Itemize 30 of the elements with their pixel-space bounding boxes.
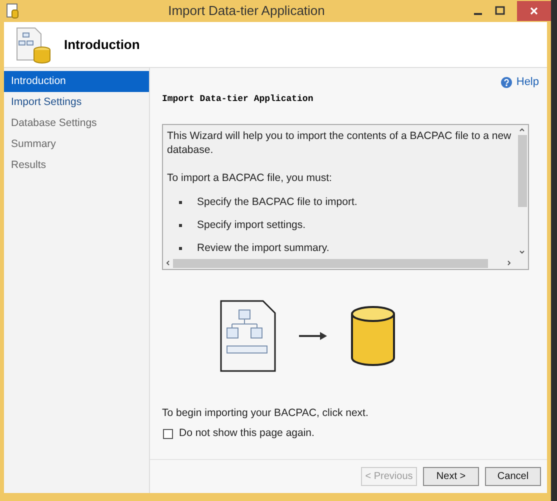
scroll-thumb[interactable] [518,135,526,207]
help-icon [501,76,512,88]
database-icon [350,306,396,366]
step-text: Review the import summary. [197,241,330,255]
close-icon [530,7,538,15]
maximize-icon[interactable] [495,6,505,16]
sidebar-item[interactable]: Introduction [4,71,149,92]
instruction-text: To import a BACPAC file, you must: [167,171,333,185]
checkbox[interactable] [163,428,173,439]
bullet-icon [179,246,182,250]
section-heading: Import Data-tier Application [162,92,314,106]
page-title: Introduction [64,36,140,54]
arrow-icon [298,331,328,341]
help-link[interactable]: Help [501,74,539,90]
checkbox-label[interactable]: Do not show this page again. [179,426,314,442]
wizard-icon [14,26,52,64]
sidebar-item[interactable]: Import Settings [4,92,149,113]
bullet-icon [179,224,182,226]
wizard-button[interactable]: Next > [423,467,479,486]
step-text: Specify the BACPAC file to import. [197,195,358,209]
scroll-thumb[interactable] [173,258,488,268]
instruction-text: To begin importing your BACPAC, click next. [162,406,370,421]
step-text: Specify import settings. [197,218,306,232]
intro-text: This Wizard will help you to import the contents of a BACPAC file to a new database. [167,129,512,157]
window-title: Import Data-tier Application [167,2,326,20]
bullet-icon [179,200,182,204]
bacpac-file-icon [220,300,276,372]
close-button[interactable] [517,1,551,21]
wizard-button[interactable]: Cancel [485,467,541,486]
app-icon [6,3,20,19]
